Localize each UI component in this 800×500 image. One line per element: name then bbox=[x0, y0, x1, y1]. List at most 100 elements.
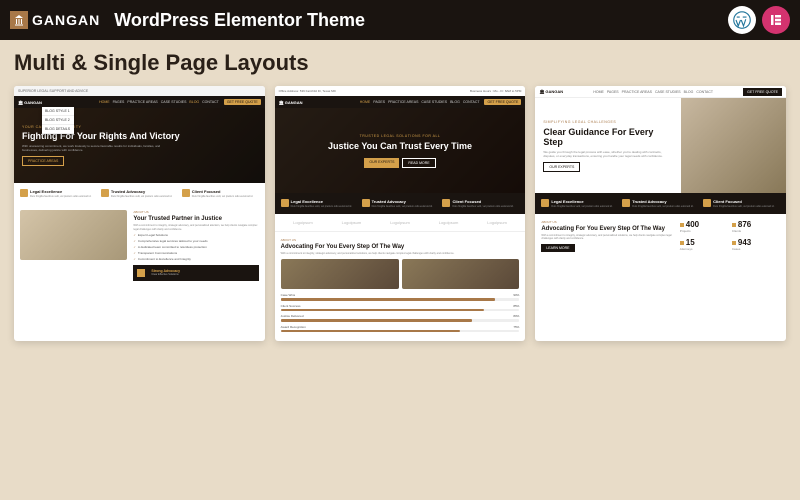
hero-title: Justice You Can Trust Every Time bbox=[328, 141, 472, 151]
nav-items: HOME PAGES PRACTICE AREAS CASE STUDIES B… bbox=[593, 90, 713, 94]
section-title: Your Trusted Partner in Justice bbox=[133, 216, 258, 222]
nav-pages[interactable]: PAGES bbox=[113, 100, 125, 104]
layout-preview-3[interactable]: 🏛 GANGAN HOME PAGES PRACTICE AREAS CASE … bbox=[535, 86, 786, 341]
nav-items: HOME PAGES PRACTICE AREAS CASE STUDIES B… bbox=[99, 100, 219, 104]
quote-button[interactable]: GET FREE QUOTE bbox=[484, 99, 521, 105]
nav-pages[interactable]: PAGES bbox=[607, 90, 619, 94]
site-logo[interactable]: 🏛 GANGAN bbox=[539, 89, 563, 94]
highlight-box: Strong AdvocacyClear Effective Solutions bbox=[133, 265, 258, 281]
logo-item: Logoipsum bbox=[293, 220, 313, 225]
hero-section: TRUSTED LEGAL SOLUTIONS FOR ALL Justice … bbox=[275, 108, 526, 193]
feature-item: Trusted AdvocacyDuis fringilla faucibus … bbox=[101, 189, 178, 198]
nav-practice[interactable]: PRACTICE AREAS bbox=[127, 100, 157, 104]
section-desc: With a commitment to integrity, strategi… bbox=[541, 234, 675, 240]
check-item: A dedicated team committed to relentless… bbox=[133, 245, 258, 249]
experts-button[interactable]: OUR EXPERTS bbox=[364, 158, 399, 168]
check-item: Transparent Communications bbox=[133, 251, 258, 255]
dropdown-item[interactable]: BLOG STYLE 1 bbox=[42, 107, 74, 116]
nav-home[interactable]: HOME bbox=[360, 100, 371, 104]
learnmore-button[interactable]: LEARN MORE bbox=[541, 244, 574, 252]
layout-preview-2[interactable]: Office Address: 539 Fairchild Dr, Texas … bbox=[275, 86, 526, 341]
shield-icon bbox=[622, 199, 630, 207]
hero-title: Clear Guidance For Every Step bbox=[543, 127, 672, 147]
shield-icon bbox=[362, 199, 370, 207]
nav-contact[interactable]: CONTACT bbox=[696, 90, 713, 94]
section-title: Advocating For You Every Step Of The Way bbox=[541, 226, 675, 232]
nav-home[interactable]: HOME bbox=[99, 100, 110, 104]
brand-name: GANGAN bbox=[32, 12, 100, 28]
hero-section: BLOG STYLE 1 BLOG STYLE 2 BLOG DETAILS Y… bbox=[14, 108, 265, 183]
progress-bars: Case Wins90% Client Success85% Justice D… bbox=[281, 293, 520, 332]
stat-item: 943Cases bbox=[732, 238, 780, 252]
stats-section: ABOUT US Advocating For You Every Step O… bbox=[535, 214, 786, 258]
layout-preview-1[interactable]: SUPERIOR LEGAL SUPPORT AND ADVICE 🏛 GANG… bbox=[14, 86, 265, 341]
feature-item: Client FocusedDuis fringilla faucibus ve… bbox=[182, 189, 259, 198]
logo-item: Logoipsum bbox=[487, 220, 507, 225]
nav-contact[interactable]: CONTACT bbox=[463, 100, 480, 104]
feature-item: Client FocusedDuis fringilla faucibus ve… bbox=[442, 199, 519, 208]
stat-item: 400Projects bbox=[680, 220, 728, 234]
nav-blog[interactable]: BLOG bbox=[189, 100, 199, 104]
nav-blog[interactable]: BLOG bbox=[684, 90, 694, 94]
nav-practice[interactable]: PRACTICE AREAS bbox=[388, 100, 418, 104]
section-tag: ABOUT US bbox=[541, 220, 675, 224]
section-desc: With a commitment to integrity, strategi… bbox=[133, 224, 258, 231]
quote-button[interactable]: GET FREE QUOTE bbox=[224, 99, 261, 105]
nav-cases[interactable]: CASE STUDIES bbox=[655, 90, 681, 94]
feature-item: Client FocusedDuis fringilla faucibus ve… bbox=[703, 199, 780, 208]
dropdown-item[interactable]: BLOG STYLE 2 bbox=[42, 116, 74, 125]
hero-tagline: TRUSTED LEGAL SOLUTIONS FOR ALL bbox=[360, 134, 441, 138]
stat-item: 15Attorneys bbox=[680, 238, 728, 252]
scale-icon bbox=[281, 199, 289, 207]
check-item: Commitment to Excellence and Integrity bbox=[133, 257, 258, 261]
topbar: Office Address: 539 Fairchild Dr, Texas … bbox=[275, 86, 526, 96]
partner-logos: Logoipsum Logoipsum Logoipsum Logoipsum … bbox=[275, 214, 526, 232]
section-title: Advocating For You Every Step Of The Way bbox=[281, 244, 520, 250]
check-item: Comprehensive legal services tailored to… bbox=[133, 239, 258, 243]
nav-items: HOME PAGES PRACTICE AREAS CASE STUDIES B… bbox=[360, 100, 480, 104]
header-bar: 🏛 GANGAN HOME PAGES PRACTICE AREAS CASE … bbox=[535, 86, 786, 98]
nav-cases[interactable]: CASE STUDIES bbox=[161, 100, 187, 104]
section-desc: With a commitment to integrity, strategi… bbox=[281, 252, 520, 255]
nav-contact[interactable]: CONTACT bbox=[202, 100, 219, 104]
logo-item: Logoipsum bbox=[342, 220, 362, 225]
feature-item: Legal ExcellenceDuis fringilla faucibus … bbox=[281, 199, 358, 208]
about-section: ABOUT US Your Trusted Partner in Justice… bbox=[14, 204, 265, 287]
site-logo[interactable]: 🏛 GANGAN bbox=[279, 100, 303, 105]
section-tag: ABOUT US bbox=[133, 210, 258, 214]
promo-header: GANGAN WordPress Elementor Theme bbox=[0, 0, 800, 40]
features-row: Legal ExcellenceDuis fringilla faucibus … bbox=[14, 183, 265, 204]
hero-cta-button[interactable]: PRACTICE AREAS bbox=[22, 156, 64, 166]
about-images bbox=[281, 259, 520, 289]
check-item: Expert Legal Solutions bbox=[133, 233, 258, 237]
nav-practice[interactable]: PRACTICE AREAS bbox=[622, 90, 652, 94]
readmore-button[interactable]: READ MORE bbox=[402, 158, 435, 168]
hero-image bbox=[681, 98, 786, 193]
quote-button[interactable]: GET FREE QUOTE bbox=[743, 88, 782, 96]
features-row: Legal ExcellenceDuis fringilla faucibus … bbox=[535, 193, 786, 214]
nav-blog[interactable]: BLOG bbox=[450, 100, 460, 104]
dropdown-item[interactable]: BLOG DETAILS bbox=[42, 125, 74, 134]
wordpress-icon bbox=[728, 6, 756, 34]
nav-home[interactable]: HOME bbox=[593, 90, 604, 94]
features-row: Legal ExcellenceDuis fringilla faucibus … bbox=[275, 193, 526, 214]
hero-cta-button[interactable]: OUR EXPERTS bbox=[543, 162, 580, 172]
hero-subtitle: We guide you through the legal process w… bbox=[543, 150, 672, 158]
blog-dropdown: BLOG STYLE 1 BLOG STYLE 2 BLOG DETAILS bbox=[42, 107, 74, 134]
nav-cases[interactable]: CASE STUDIES bbox=[421, 100, 447, 104]
brand-logo: GANGAN bbox=[10, 11, 100, 29]
promo-subtitle: Multi & Single Page Layouts bbox=[0, 40, 800, 86]
about-image bbox=[20, 210, 127, 260]
promo-title: WordPress Elementor Theme bbox=[114, 10, 365, 31]
logo-item: Logoipsum bbox=[439, 220, 459, 225]
nav-pages[interactable]: PAGES bbox=[373, 100, 385, 104]
feature-item: Legal ExcellenceDuis fringilla faucibus … bbox=[20, 189, 97, 198]
hero-subtitle: With unwavering commitment, we work tire… bbox=[22, 144, 163, 152]
hero-section: SIMPLIFYING LEGAL CHALLENGES Clear Guida… bbox=[535, 98, 786, 193]
shield-icon bbox=[101, 189, 109, 197]
user-icon bbox=[442, 199, 450, 207]
site-logo[interactable]: 🏛 GANGAN bbox=[18, 100, 42, 105]
main-nav: 🏛 GANGAN HOME PAGES PRACTICE AREAS CASE … bbox=[275, 96, 526, 108]
pillar-icon bbox=[10, 11, 28, 29]
feature-item: Legal ExcellenceDuis fringilla faucibus … bbox=[541, 199, 618, 208]
